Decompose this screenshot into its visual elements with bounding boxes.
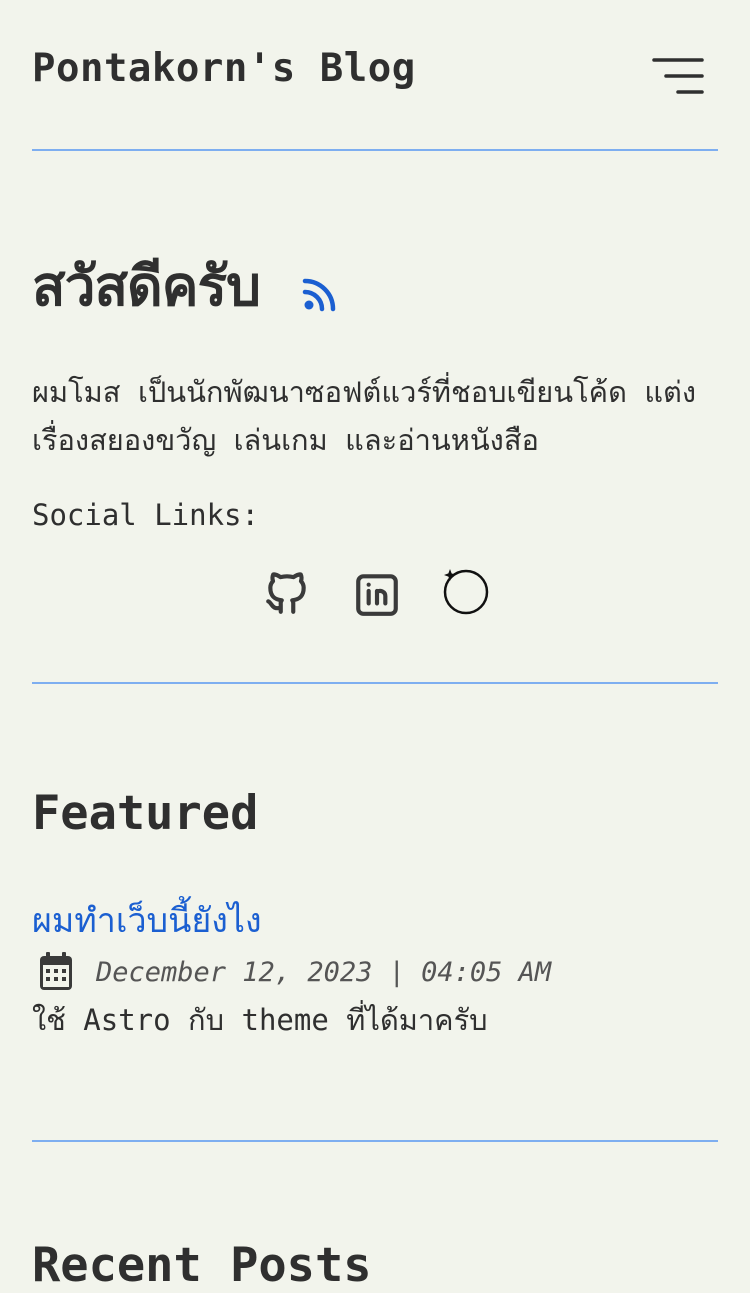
post-date: December 12, 2023 | 04:05 AM bbox=[96, 956, 552, 988]
social-links bbox=[262, 566, 492, 620]
menu-button[interactable] bbox=[652, 56, 704, 96]
featured-heading: Featured bbox=[32, 786, 259, 841]
hero-description: ผมโมส เป็นนักพัฒนาซอฟต์แวร์ที่ชอบเขียนโค… bbox=[32, 375, 697, 457]
social-links-label: Social Links: bbox=[32, 498, 259, 532]
post-description: ใช้ Astro กับ theme ที่ได้มาครับ bbox=[32, 1003, 488, 1037]
orbit-link[interactable] bbox=[442, 566, 492, 620]
rss-link[interactable] bbox=[302, 276, 338, 312]
calendar-icon bbox=[40, 952, 72, 990]
linkedin-link[interactable] bbox=[352, 566, 402, 620]
linkedin-icon bbox=[356, 574, 398, 616]
hamburger-menu-icon bbox=[652, 58, 704, 94]
hero-title: สวัสดีครับ bbox=[32, 253, 261, 318]
recent-posts-heading: Recent Posts bbox=[32, 1238, 372, 1293]
section-divider bbox=[32, 682, 718, 684]
section-divider bbox=[32, 1140, 718, 1142]
orbit-icon bbox=[443, 569, 489, 615]
hero-title-row: สวัสดีครับ bbox=[32, 246, 338, 326]
rss-icon bbox=[302, 278, 336, 312]
post-meta: December 12, 2023 | 04:05 AM bbox=[32, 950, 551, 994]
site-header: Pontakorn's Blog bbox=[32, 0, 718, 151]
github-link[interactable] bbox=[262, 566, 312, 620]
featured-post-title[interactable]: ผมทำเว็บนี้ยังไง bbox=[32, 893, 262, 947]
site-title-link[interactable]: Pontakorn's Blog bbox=[32, 46, 416, 91]
github-icon bbox=[266, 572, 306, 614]
